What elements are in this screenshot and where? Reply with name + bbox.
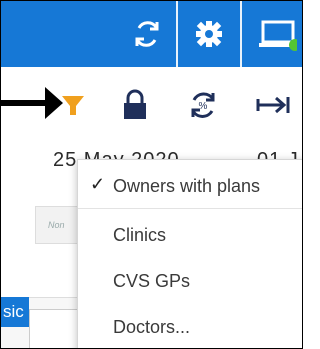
menu-item-clinics[interactable]: Clinics <box>78 213 302 259</box>
annotation-arrow-head <box>45 87 63 119</box>
percent-refresh-icon: % <box>191 92 215 118</box>
filter-icon <box>62 96 84 115</box>
sync-icon <box>135 21 159 47</box>
lock-button[interactable] <box>115 85 155 125</box>
transfer-button[interactable] <box>249 85 299 125</box>
annotation-arrow-shaft <box>1 100 47 106</box>
gear-icon <box>196 21 222 47</box>
bottom-tab[interactable]: sic <box>1 297 29 327</box>
lock-icon <box>124 89 146 119</box>
menu-item-label: Clinics <box>113 225 167 245</box>
menu-item-doctors[interactable]: Doctors... <box>78 305 302 348</box>
filter-menu: ✓ Owners with plans Clinics CVS GPs Doct… <box>77 159 302 348</box>
filter-pill-label: Non <box>48 220 65 230</box>
monitor-icon <box>259 20 297 51</box>
menu-item-cvs-gps[interactable]: CVS GPs <box>78 259 302 305</box>
bottom-tab-label: sic <box>3 302 24 321</box>
app-frame: % 25 May 2020 01 J Non sic ✓ Owners with… <box>0 0 303 349</box>
arrow-transfer-icon <box>256 96 290 114</box>
svg-text:%: % <box>199 101 208 112</box>
monitor-button[interactable] <box>243 1 302 67</box>
menu-item-label: CVS GPs <box>113 271 191 291</box>
settings-button[interactable] <box>179 1 239 67</box>
top-bar-divider <box>240 1 242 67</box>
sync-button[interactable] <box>119 1 175 67</box>
check-icon: ✓ <box>90 174 106 194</box>
percent-refresh-button[interactable]: % <box>183 85 223 125</box>
menu-divider <box>78 208 302 209</box>
top-bar <box>1 1 302 67</box>
menu-item-label: Owners with plans <box>113 176 261 196</box>
menu-item-label: Doctors... <box>113 317 191 337</box>
top-bar-divider <box>176 1 178 67</box>
menu-item-owners-with-plans[interactable]: ✓ Owners with plans <box>78 164 302 210</box>
